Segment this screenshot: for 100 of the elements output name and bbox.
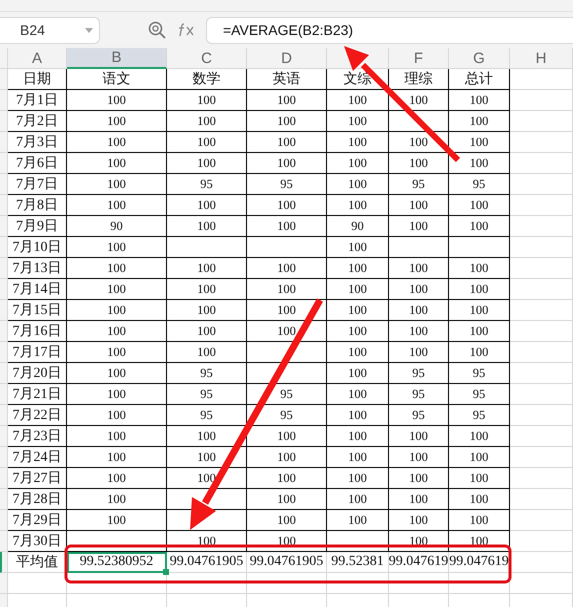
row-header[interactable] xyxy=(0,279,8,300)
table-cell: 7月1日 xyxy=(8,90,67,111)
grid-cell xyxy=(510,153,573,174)
row-header[interactable] xyxy=(0,363,8,384)
row-header[interactable] xyxy=(0,489,8,510)
table-cell: 100 xyxy=(67,489,167,510)
row-header[interactable] xyxy=(0,321,8,342)
table-cell: 95 xyxy=(247,174,327,195)
table-cell: 100 xyxy=(67,153,167,174)
table-cell: 100 xyxy=(389,300,449,321)
table-cell: 100 xyxy=(389,153,449,174)
row-header[interactable] xyxy=(0,90,8,111)
table-header: 英语 xyxy=(247,69,327,90)
column-header[interactable]: B xyxy=(67,48,167,69)
row-header[interactable] xyxy=(0,510,8,531)
row-header[interactable] xyxy=(0,573,8,594)
table-cell: 100 xyxy=(247,468,327,489)
table-cell: 100 xyxy=(449,258,510,279)
grid-cell xyxy=(510,237,573,258)
row-header[interactable] xyxy=(0,258,8,279)
table-cell: 平均值 xyxy=(8,552,67,573)
table-cell: 100 xyxy=(67,468,167,489)
name-box[interactable]: B24 xyxy=(0,16,100,44)
row-header[interactable] xyxy=(0,531,8,552)
grid-cell xyxy=(510,384,573,405)
table-cell: 100 xyxy=(67,174,167,195)
column-header[interactable]: D xyxy=(247,48,327,69)
table-cell: 100 xyxy=(167,132,247,153)
table-cell: 95 xyxy=(389,405,449,426)
zoom-icon[interactable] xyxy=(146,19,168,41)
grid-cell xyxy=(510,216,573,237)
table-cell: 7月17日 xyxy=(8,342,67,363)
row-header[interactable] xyxy=(0,132,8,153)
grid-cell xyxy=(510,552,573,573)
table-cell: 100 xyxy=(389,258,449,279)
table-cell: 7月29日 xyxy=(8,510,67,531)
table-cell: 100 xyxy=(389,321,449,342)
table-cell: 100 xyxy=(449,510,510,531)
table-cell: 100 xyxy=(389,489,449,510)
table-cell: 95 xyxy=(167,174,247,195)
grid-cell xyxy=(449,237,510,258)
grid-cell xyxy=(327,531,389,552)
table-cell: 99.04761905 xyxy=(167,552,247,573)
table-cell: 100 xyxy=(167,258,247,279)
row-header[interactable] xyxy=(0,237,8,258)
table-cell: 7月6日 xyxy=(8,153,67,174)
row-header[interactable] xyxy=(0,552,8,573)
row-header[interactable] xyxy=(0,300,8,321)
table-cell: 100 xyxy=(449,111,510,132)
row-header[interactable] xyxy=(0,384,8,405)
table-cell: 100 xyxy=(449,300,510,321)
row-header[interactable] xyxy=(0,216,8,237)
table-cell: 7月21日 xyxy=(8,384,67,405)
formula-field[interactable]: =AVERAGE(B2:B23) xyxy=(206,16,573,44)
grid-cell xyxy=(389,573,449,594)
table-cell: 100 xyxy=(327,153,389,174)
table-cell: 100 xyxy=(389,510,449,531)
table-cell: 7月27日 xyxy=(8,468,67,489)
table-cell: 7月30日 xyxy=(8,531,67,552)
row-header[interactable] xyxy=(0,405,8,426)
column-header[interactable]: A xyxy=(8,48,67,69)
table-cell: 100 xyxy=(327,111,389,132)
row-header[interactable] xyxy=(0,69,8,90)
table-cell: 100 xyxy=(167,111,247,132)
grid-cell xyxy=(510,321,573,342)
table-cell: 100 xyxy=(247,489,327,510)
row-header[interactable] xyxy=(0,426,8,447)
corner-cell[interactable] xyxy=(0,48,8,69)
table-cell: 95 xyxy=(167,363,247,384)
row-header[interactable] xyxy=(0,153,8,174)
grid-cell xyxy=(327,573,389,594)
table-cell: 100 xyxy=(327,447,389,468)
row-header[interactable] xyxy=(0,447,8,468)
table-cell: 100 xyxy=(449,195,510,216)
table-cell: 100 xyxy=(67,111,167,132)
row-header[interactable] xyxy=(0,174,8,195)
table-cell: 7月23日 xyxy=(8,426,67,447)
column-header[interactable]: C xyxy=(167,48,247,69)
grid-cell xyxy=(510,342,573,363)
table-cell: 7月10日 xyxy=(8,237,67,258)
column-header[interactable]: F xyxy=(389,48,449,69)
row-header[interactable] xyxy=(0,468,8,489)
table-cell: 7月14日 xyxy=(8,279,67,300)
table-cell: 7月8日 xyxy=(8,195,67,216)
grid-cell xyxy=(510,468,573,489)
table-header: 总计 xyxy=(449,69,510,90)
row-header[interactable] xyxy=(0,342,8,363)
table-header: 语文 xyxy=(67,69,167,90)
table-cell: 7月15日 xyxy=(8,300,67,321)
table-cell: 100 xyxy=(67,90,167,111)
column-header[interactable]: H xyxy=(510,48,573,69)
table-cell: 100 xyxy=(67,426,167,447)
row-header[interactable] xyxy=(0,111,8,132)
column-header[interactable]: G xyxy=(449,48,510,69)
table-cell: 100 xyxy=(449,468,510,489)
grid-cell xyxy=(510,279,573,300)
table-cell: 100 xyxy=(167,279,247,300)
row-header[interactable] xyxy=(0,195,8,216)
table-cell: 100 xyxy=(327,195,389,216)
table-cell: 100 xyxy=(67,300,167,321)
